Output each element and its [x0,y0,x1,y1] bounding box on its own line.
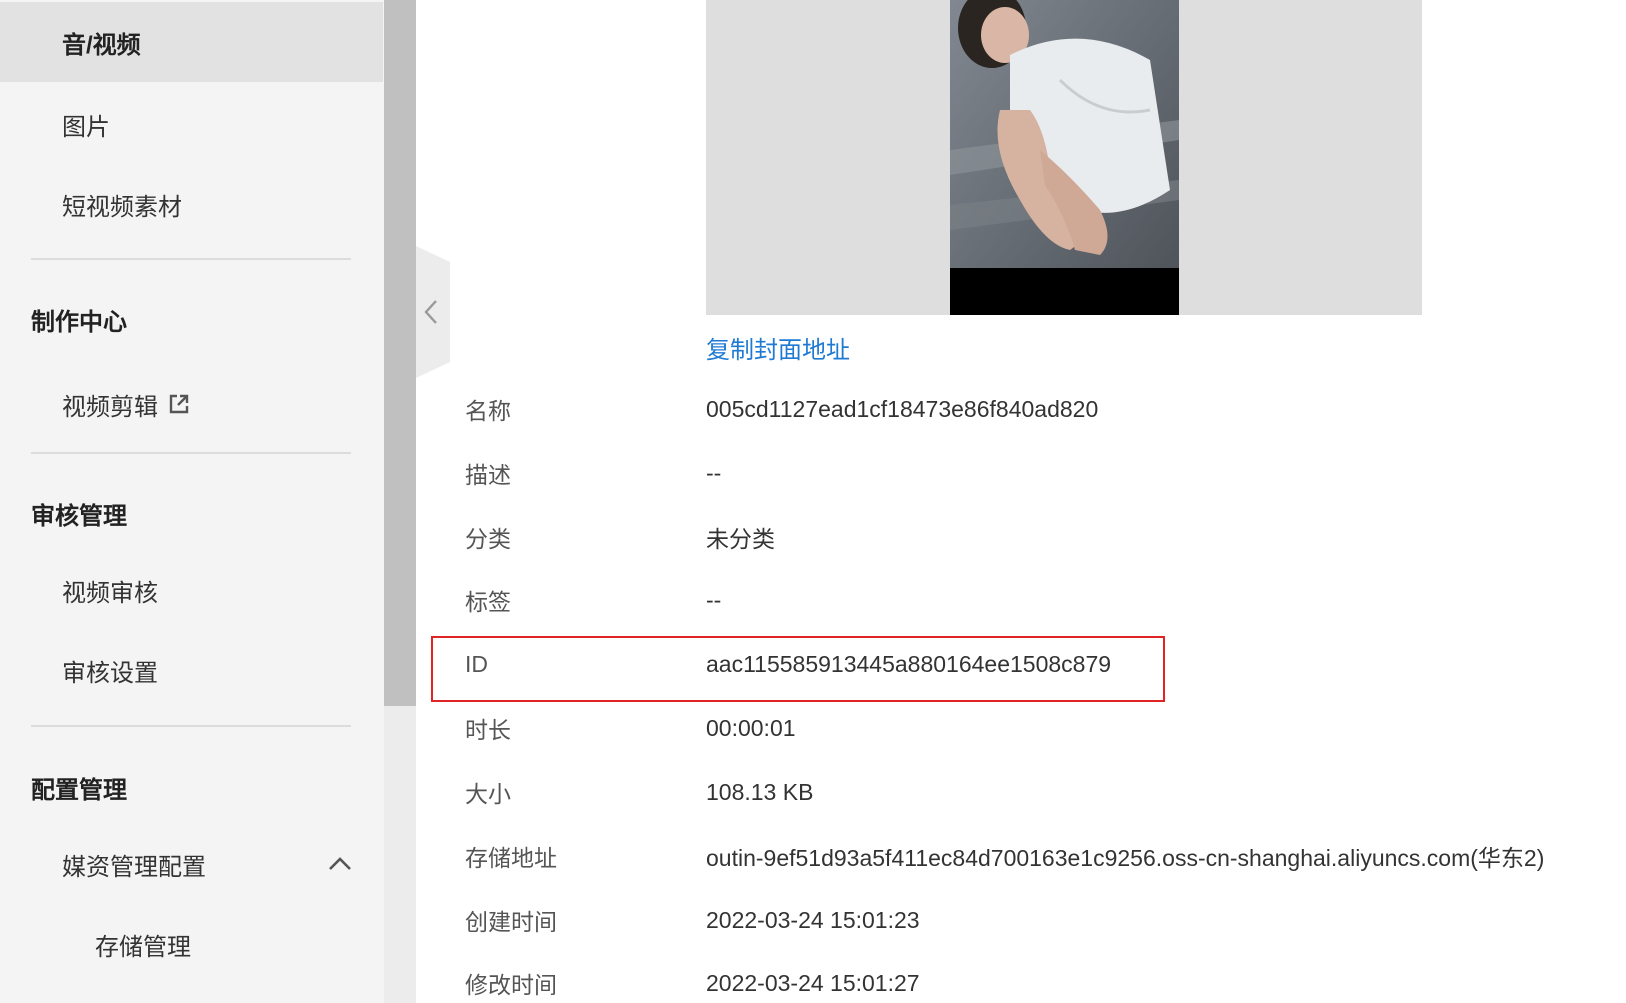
chevron-left-icon [422,298,440,331]
sidebar-group-config: 配置管理 [31,777,127,804]
sidebar-divider [31,258,351,260]
detail-value: outin-9ef51d93a5f411ec84d700163e1c9256.o… [706,845,1545,871]
sidebar-item-label: 视频审核 [62,579,158,607]
sidebar-scrollbar-thumb[interactable] [384,0,416,706]
detail-label: 描述 [465,462,511,488]
sidebar-item-storage-management[interactable]: 存储管理 [0,904,383,984]
sidebar-item-audio-video[interactable]: 音/视频 [0,2,383,82]
detail-label: 创建时间 [465,909,557,935]
detail-row-created-time: 创建时间 2022-03-24 15:01:23 [465,900,920,940]
detail-row-name: 名称 005cd1127ead1cf18473e86f840ad820 [465,389,1098,429]
detail-label: 分类 [465,526,511,552]
detail-value: 2022-03-24 15:01:27 [706,969,920,996]
detail-label: 存储地址 [465,845,557,871]
sidebar-item-label: 媒资管理配置 [62,853,206,881]
sidebar-item-media-config[interactable]: 媒资管理配置 [0,824,383,904]
sidebar-item-short-video-materials[interactable]: 短视频素材 [0,164,383,244]
sidebar-collapse-toggle[interactable] [416,246,450,378]
sidebar-item-label: 图片 [62,113,110,141]
detail-value: aac115585913445a880164ee1508c879 [706,650,1112,677]
sidebar-item-label: 短视频素材 [62,193,182,221]
detail-label: 标签 [465,589,511,615]
sidebar-group-review: 审核管理 [31,503,127,530]
detail-row-category: 分类 未分类 [465,517,775,557]
media-detail-page: 音/视频 图片 短视频素材 制作中心 视频剪辑 审核管理 视频审核 审核设置 配… [0,0,1626,1003]
sidebar-divider [31,725,351,727]
detail-label: 名称 [465,398,511,424]
detail-row-storage-address: 存储地址 outin-9ef51d93a5f411ec84d700163e1c9… [465,836,1544,876]
sidebar-item-label: 审核设置 [62,659,158,687]
detail-label: 修改时间 [465,972,557,998]
detail-value: 005cd1127ead1cf18473e86f840ad820 [706,395,1099,422]
detail-value: 108.13 KB [706,778,814,805]
detail-value: -- [706,586,722,613]
sidebar: 音/视频 图片 短视频素材 制作中心 视频剪辑 审核管理 视频审核 审核设置 配… [0,0,384,1003]
sidebar-item-video-review[interactable]: 视频审核 [0,550,383,630]
detail-value: -- [706,459,722,486]
detail-label: 时长 [465,717,511,743]
detail-row-size: 大小 108.13 KB [465,772,813,812]
copy-cover-url-link[interactable]: 复制封面地址 [706,330,850,365]
sidebar-item-images[interactable]: 图片 [0,84,383,164]
external-link-icon [168,393,190,415]
detail-value: 2022-03-24 15:01:23 [706,906,920,933]
sidebar-item-label: 音/视频 [62,31,141,59]
chevron-up-icon [327,851,353,877]
sidebar-divider [31,452,351,454]
detail-label: ID [465,650,488,677]
sidebar-item-label: 视频剪辑 [62,393,158,421]
detail-row-tags: 标签 -- [465,580,721,620]
detail-row-duration: 时长 00:00:01 [465,708,796,748]
sidebar-group-production: 制作中心 [31,309,127,336]
detail-row-id: ID aac115585913445a880164ee1508c879 [465,644,1111,684]
detail-value: 未分类 [706,526,775,552]
sidebar-item-label: 存储管理 [95,933,191,961]
detail-label: 大小 [465,781,511,807]
sidebar-item-review-settings[interactable]: 审核设置 [0,630,383,710]
cover-image [950,0,1179,315]
sidebar-item-video-editing[interactable]: 视频剪辑 [0,364,383,444]
detail-row-modified-time: 修改时间 2022-03-24 15:01:27 [465,963,920,1003]
detail-value: 00:00:01 [706,714,796,741]
detail-row-description: 描述 -- [465,453,721,493]
